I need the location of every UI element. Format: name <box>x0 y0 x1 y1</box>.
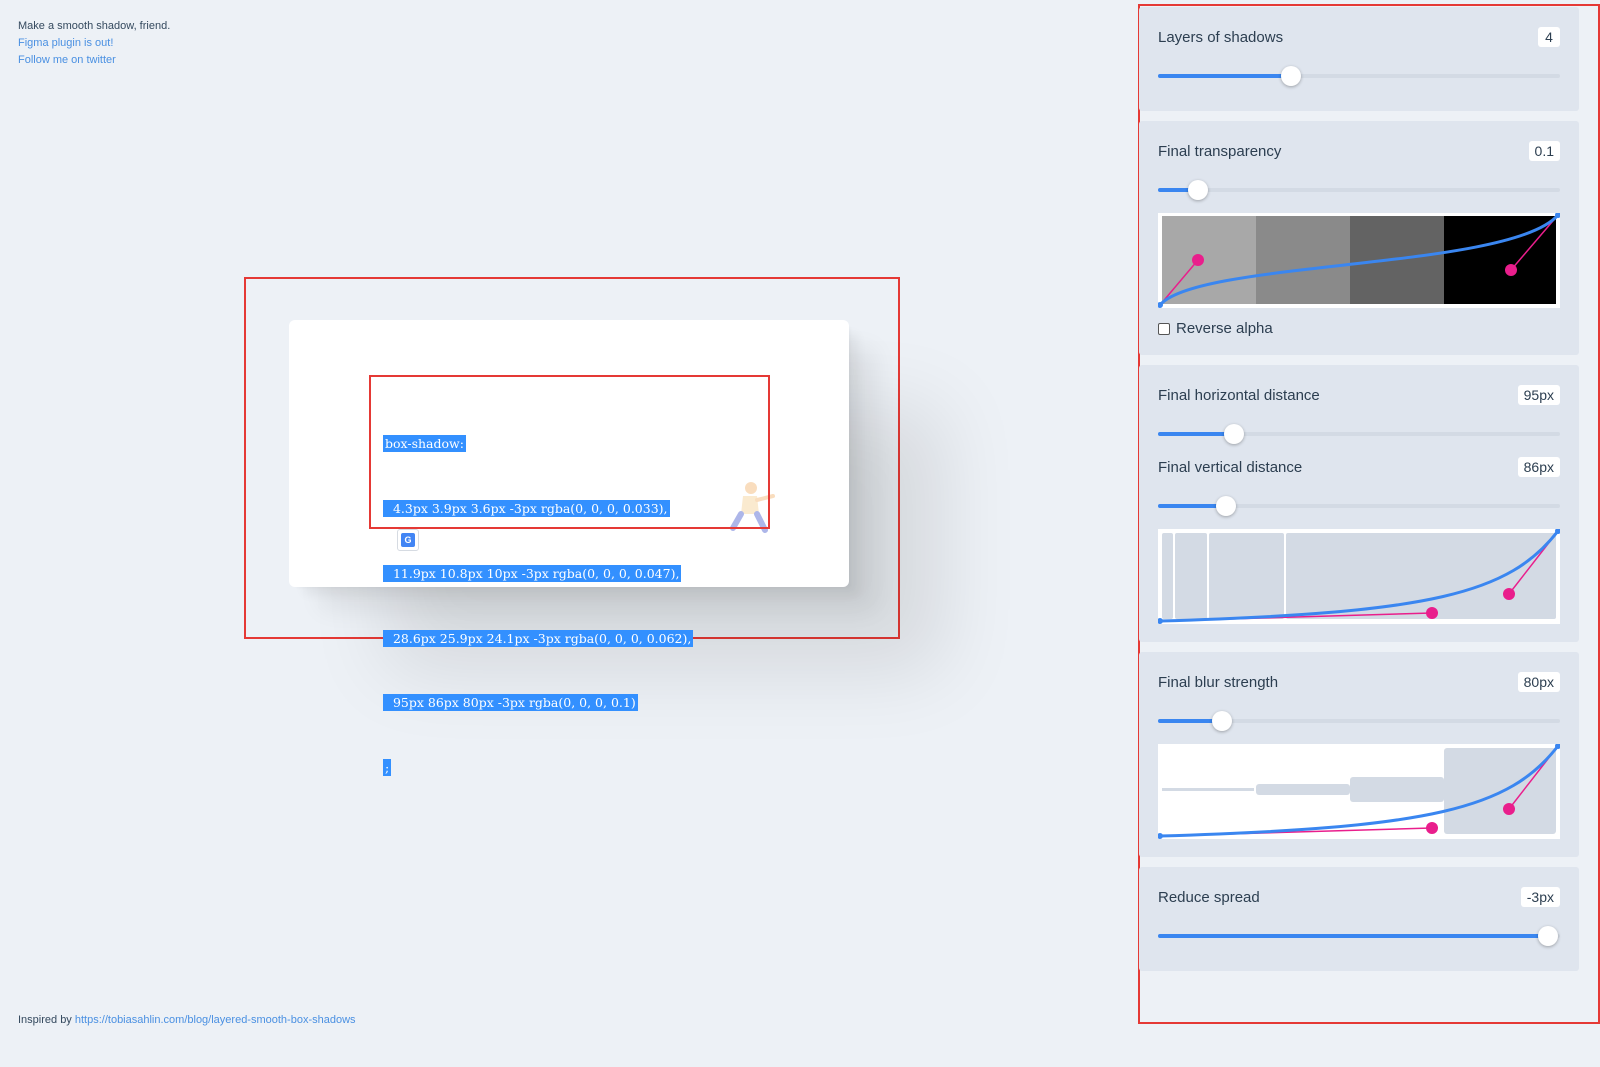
layers-value-input[interactable]: 4 <box>1538 27 1560 47</box>
top-links: Make a smooth shadow, friend. Figma plug… <box>18 18 170 69</box>
layers-slider[interactable] <box>1158 65 1560 87</box>
distance-curve-editor[interactable] <box>1158 529 1560 624</box>
code-line: box-shadow: <box>383 435 466 453</box>
blur-curve-editor[interactable] <box>1158 744 1560 839</box>
code-line: 4.3px 3.9px 3.6px -3px rgba(0, 0, 0, 0.0… <box>383 499 670 517</box>
controls-panel: Layers of shadows 4 Final transparency 0… <box>1139 7 1579 981</box>
curve-handle[interactable] <box>1503 803 1515 815</box>
footer-prefix: Inspired by <box>18 1014 72 1026</box>
css-code-block[interactable]: box-shadow: 4.3px 3.9px 3.6px -3px rgba(… <box>383 390 694 822</box>
transparency-section: Final transparency 0.1 Reverse alpha <box>1139 121 1579 355</box>
figma-plugin-link[interactable]: Figma plugin is out! <box>18 35 170 52</box>
vertical-distance-value-input[interactable]: 86px <box>1517 457 1560 477</box>
slider-thumb[interactable] <box>1212 711 1233 731</box>
tagline: Make a smooth shadow, friend. <box>18 20 171 32</box>
blur-label: Final blur strength <box>1158 673 1279 691</box>
transparency-curve-editor[interactable] <box>1158 213 1560 308</box>
blur-value-input[interactable]: 80px <box>1517 672 1560 692</box>
vertical-distance-label: Final vertical distance <box>1158 458 1303 476</box>
footer: Inspired by https://tobiasahlin.com/blog… <box>18 1014 356 1026</box>
spread-label: Reduce spread <box>1158 888 1260 906</box>
layers-label: Layers of shadows <box>1158 28 1284 46</box>
code-line: 28.6px 25.9px 24.1px -3px rgba(0, 0, 0, … <box>383 629 694 647</box>
runner-illustration <box>730 482 775 533</box>
slider-thumb[interactable] <box>1537 926 1558 946</box>
blur-slider[interactable] <box>1158 710 1560 732</box>
code-line: 11.9px 10.8px 10px -3px rgba(0, 0, 0, 0.… <box>383 564 682 582</box>
horizontal-distance-label: Final horizontal distance <box>1158 386 1320 404</box>
transparency-label: Final transparency <box>1158 142 1282 160</box>
transparency-value-input[interactable]: 0.1 <box>1528 141 1560 161</box>
curve-handle[interactable] <box>1192 254 1204 266</box>
slider-thumb[interactable] <box>1280 66 1301 86</box>
blur-section: Final blur strength 80px <box>1139 652 1579 857</box>
reverse-alpha-label: Reverse alpha <box>1176 320 1273 337</box>
slider-thumb[interactable] <box>1224 424 1245 444</box>
shadow-preview-card: box-shadow: 4.3px 3.9px 3.6px -3px rgba(… <box>289 320 849 777</box>
vertical-distance-slider[interactable] <box>1158 495 1560 517</box>
checkbox-box[interactable] <box>1158 322 1170 335</box>
curve-handle[interactable] <box>1426 822 1438 834</box>
reverse-alpha-checkbox[interactable]: Reverse alpha <box>1158 320 1560 337</box>
curve-handle[interactable] <box>1426 607 1438 619</box>
transparency-slider[interactable] <box>1158 179 1560 201</box>
horizontal-distance-slider[interactable] <box>1158 423 1560 445</box>
layers-section: Layers of shadows 4 <box>1139 7 1579 111</box>
inspired-by-link[interactable]: https://tobiasahlin.com/blog/layered-smo… <box>75 1014 356 1026</box>
distance-section: Final horizontal distance 95px Final ver… <box>1139 365 1579 642</box>
slider-thumb[interactable] <box>1188 180 1209 200</box>
spread-slider[interactable] <box>1158 925 1560 947</box>
translate-icon[interactable]: G <box>397 529 419 551</box>
curve-handle[interactable] <box>1505 264 1517 276</box>
spread-value-input[interactable]: -3px <box>1520 887 1560 907</box>
twitter-link[interactable]: Follow me on twitter <box>18 52 170 69</box>
code-line: ; <box>383 759 392 777</box>
slider-thumb[interactable] <box>1216 496 1237 516</box>
spread-section: Reduce spread -3px <box>1139 867 1579 971</box>
horizontal-distance-value-input[interactable]: 95px <box>1517 385 1560 405</box>
curve-handle[interactable] <box>1503 588 1515 600</box>
code-line: 95px 86px 80px -3px rgba(0, 0, 0, 0.1) <box>383 694 638 712</box>
